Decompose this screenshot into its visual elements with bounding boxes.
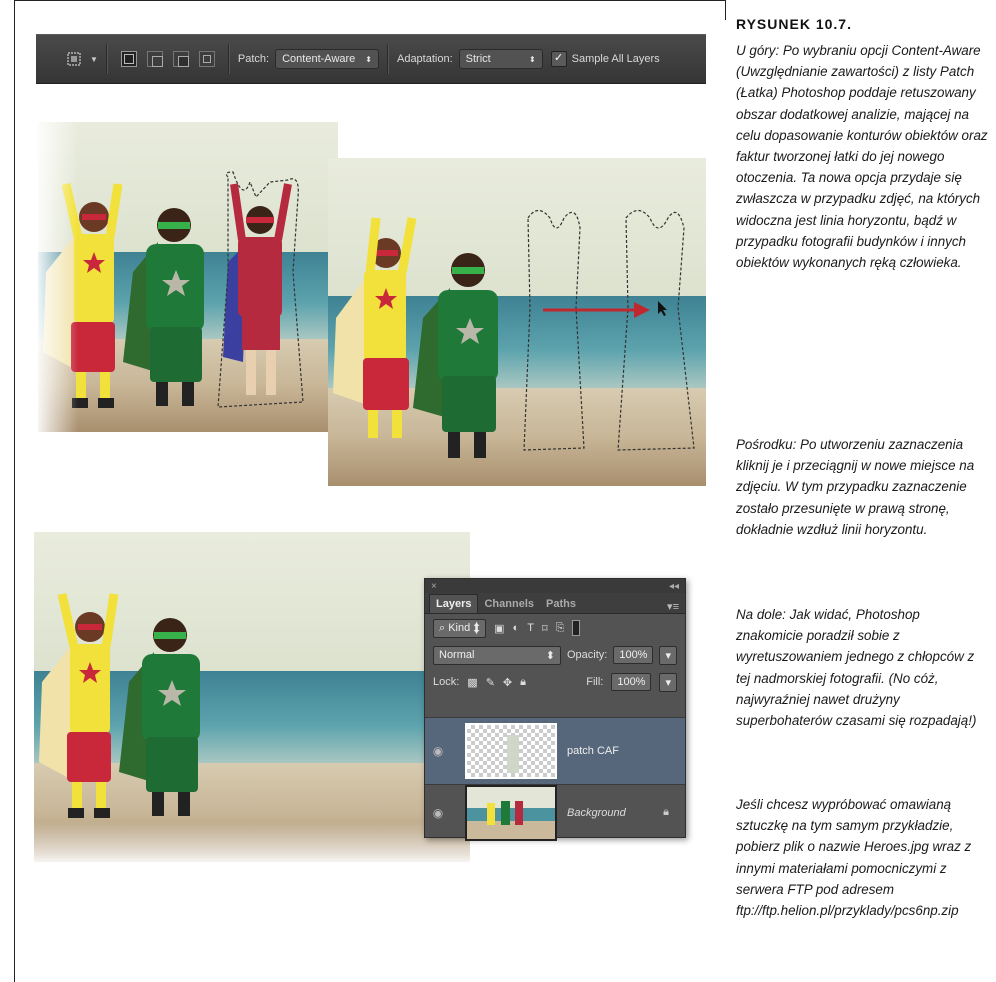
layer-background[interactable]: ◉ Background 🔒︎ xyxy=(425,784,685,841)
separator xyxy=(386,44,389,74)
kids-figures xyxy=(43,171,304,408)
layers-panel: × ◂◂ Layers Channels Paths ▾≡ ⌕ Kind ⬍ ▣… xyxy=(424,578,686,841)
panel-titlebar: × ◂◂ xyxy=(425,579,685,593)
collapse-icon[interactable]: ◂◂ xyxy=(669,581,679,592)
caption-paragraph-download: Jeśli chcesz wypróbować omawianą sztuczk… xyxy=(736,797,972,919)
filter-row: ⌕ Kind ⬍ ▣ ◐ T ⌑ ⎘ xyxy=(425,614,685,642)
lock-transparent-icon[interactable]: ▩ xyxy=(467,676,477,689)
opacity-field[interactable]: 100% xyxy=(613,646,654,664)
layer-thumbnail xyxy=(465,784,557,841)
filter-kind-select[interactable]: ⌕ Kind ⬍ xyxy=(433,618,487,638)
tab-channels[interactable]: Channels xyxy=(478,595,540,613)
photo-selection-drag xyxy=(328,158,706,486)
frame-right-line xyxy=(725,0,726,20)
opacity-label: Opacity: xyxy=(566,649,608,661)
caption-paragraph-bottom: Na dole: Jak widać, Photoshop znakomicie… xyxy=(736,607,977,729)
lock-position-icon[interactable]: ✥ xyxy=(503,676,512,689)
moved-selection-outline xyxy=(617,209,695,451)
patch-tool-icon[interactable] xyxy=(62,48,88,70)
patch-options-bar: ▼ Patch: Content-Aware ⬍ Adaptation: Str… xyxy=(36,34,706,84)
close-icon[interactable]: × xyxy=(431,581,437,592)
blend-mode-select[interactable]: Normal ⬍ xyxy=(433,645,561,665)
adaptation-value: Strict xyxy=(465,53,491,65)
adaptation-label: Adaptation: xyxy=(396,53,453,65)
select-arrows-icon: ⬍ xyxy=(365,54,372,64)
subtract-from-selection-icon[interactable] xyxy=(172,51,189,67)
filter-shape-icon[interactable]: ⌑ xyxy=(542,622,548,635)
add-to-selection-icon[interactable] xyxy=(146,51,163,67)
checkmark-icon: ✓ xyxy=(554,52,564,64)
separator xyxy=(227,44,230,74)
lock-brush-icon[interactable]: ✎ xyxy=(486,676,495,689)
layer-thumbnail xyxy=(465,723,557,779)
layer-patch-caf[interactable]: ◉ patch CAF xyxy=(425,717,685,784)
adaptation-select[interactable]: Strict ⬍ xyxy=(458,49,543,69)
filter-kind-value: Kind xyxy=(448,621,471,634)
filter-toggle-icon[interactable] xyxy=(572,620,581,636)
patch-label: Patch: xyxy=(237,53,270,65)
caption-paragraph-top: U góry: Po wybraniu opcji Content-Aware … xyxy=(736,43,988,271)
visibility-eye-icon[interactable]: ◉ xyxy=(425,806,451,820)
fill-dropdown-icon[interactable]: ▾ xyxy=(659,672,677,692)
cursor-icon xyxy=(658,301,667,316)
frame-top-line xyxy=(14,0,726,1)
tool-preset-chevron-icon[interactable]: ▼ xyxy=(90,55,98,64)
filter-adjustment-icon[interactable]: ◐ xyxy=(513,622,520,634)
sample-all-layers-checkbox[interactable]: ✓ xyxy=(550,51,567,67)
patch-mode-value: Content-Aware xyxy=(282,53,356,65)
opacity-dropdown-icon[interactable]: ▾ xyxy=(659,645,677,665)
filter-smart-object-icon[interactable]: ⎘ xyxy=(556,622,565,635)
drag-arrow-head xyxy=(634,302,650,318)
visibility-eye-icon[interactable]: ◉ xyxy=(425,744,451,758)
tab-layers[interactable]: Layers xyxy=(429,594,479,613)
filter-pixel-icon[interactable]: ▣ xyxy=(494,622,504,635)
intersect-selection-icon[interactable] xyxy=(198,51,215,67)
lock-label: Lock: xyxy=(433,676,460,688)
fill-label: Fill: xyxy=(586,676,604,688)
kids-figures-result xyxy=(39,593,200,818)
tab-paths[interactable]: Paths xyxy=(540,595,582,613)
blend-mode-value: Normal xyxy=(439,648,475,661)
figure-title: RYSUNEK 10.7. xyxy=(736,16,852,32)
original-selection-outline xyxy=(523,209,585,451)
new-selection-icon[interactable] xyxy=(120,51,137,67)
photo-result xyxy=(34,532,470,862)
frame-left-line xyxy=(14,0,15,982)
separator xyxy=(105,44,108,74)
select-arrows-icon: ⬍ xyxy=(528,54,536,64)
caption-paragraph-middle: Pośrodku: Po utworzeniu zaznaczenia klik… xyxy=(736,437,975,537)
photo-original xyxy=(38,122,338,432)
layer-name: Background xyxy=(567,806,626,819)
fill-field[interactable]: 100% xyxy=(611,673,652,691)
sample-all-layers-label: Sample All Layers xyxy=(571,53,660,65)
lock-all-icon[interactable]: 🔒︎ xyxy=(520,676,526,689)
kids-figures-drag xyxy=(333,209,695,458)
patch-mode-select[interactable]: Content-Aware ⬍ xyxy=(275,49,379,69)
lock-row: Lock: ▩ ✎ ✥ 🔒︎ Fill: 100% ▾ xyxy=(425,668,685,696)
panel-menu-icon[interactable]: ▾≡ xyxy=(667,600,679,613)
layer-name: patch CAF xyxy=(567,745,619,757)
layer-lock-icon: 🔒︎ xyxy=(663,806,669,818)
filter-type-icon[interactable]: T xyxy=(527,622,534,634)
blend-row: Normal ⬍ Opacity: 100% ▾ xyxy=(425,642,685,668)
panel-tabs: Layers Channels Paths ▾≡ xyxy=(425,593,685,614)
